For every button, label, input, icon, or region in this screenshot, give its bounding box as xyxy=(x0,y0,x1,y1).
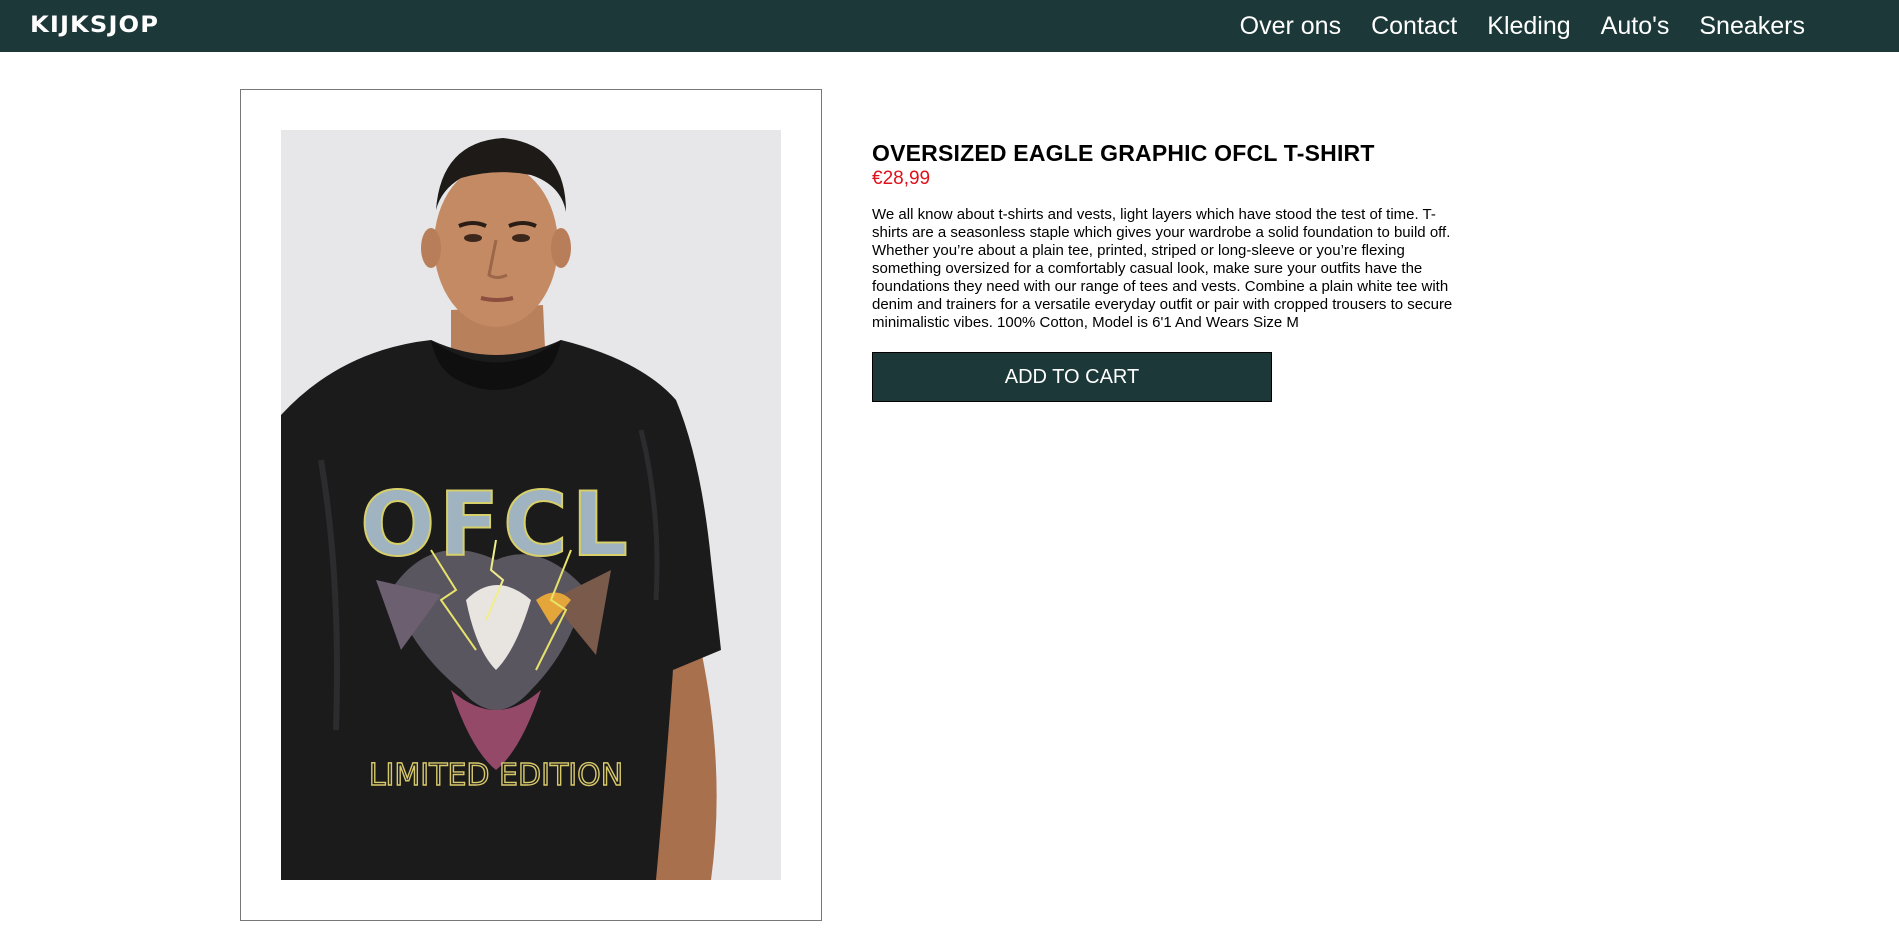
nav-link-over-ons[interactable]: Over ons xyxy=(1240,0,1341,52)
shirt-print-subtext: LIMITED EDITION xyxy=(369,758,623,793)
nav-link-contact[interactable]: Contact xyxy=(1371,0,1457,52)
product-photo: OFCL LIMITED EDITION xyxy=(281,130,781,880)
site-logo[interactable]: KIJKSJOP xyxy=(30,12,159,40)
product-image-frame: OFCL LIMITED EDITION xyxy=(240,89,822,921)
product-title: OVERSIZED EAGLE GRAPHIC OFCL T-SHIRT xyxy=(872,140,1375,166)
product-photo-illustration: OFCL LIMITED EDITION xyxy=(281,130,781,880)
product-details: OVERSIZED EAGLE GRAPHIC OFCL T-SHIRT €28… xyxy=(872,140,1462,347)
top-navigation-bar: KIJKSJOP Over ons Contact Kleding Auto's… xyxy=(0,0,1899,52)
add-to-cart-button[interactable]: ADD TO CART xyxy=(872,352,1272,402)
nav-link-autos[interactable]: Auto's xyxy=(1601,0,1670,52)
shirt-print-text: OFCL xyxy=(360,473,632,576)
product-description: We all know about t-shirts and vests, li… xyxy=(872,206,1453,331)
main-nav: Over ons Contact Kleding Auto's Sneakers xyxy=(1240,0,1805,52)
product-price: €28,99 xyxy=(872,168,931,189)
nav-link-sneakers[interactable]: Sneakers xyxy=(1699,0,1805,52)
nav-link-kleding[interactable]: Kleding xyxy=(1487,0,1570,52)
